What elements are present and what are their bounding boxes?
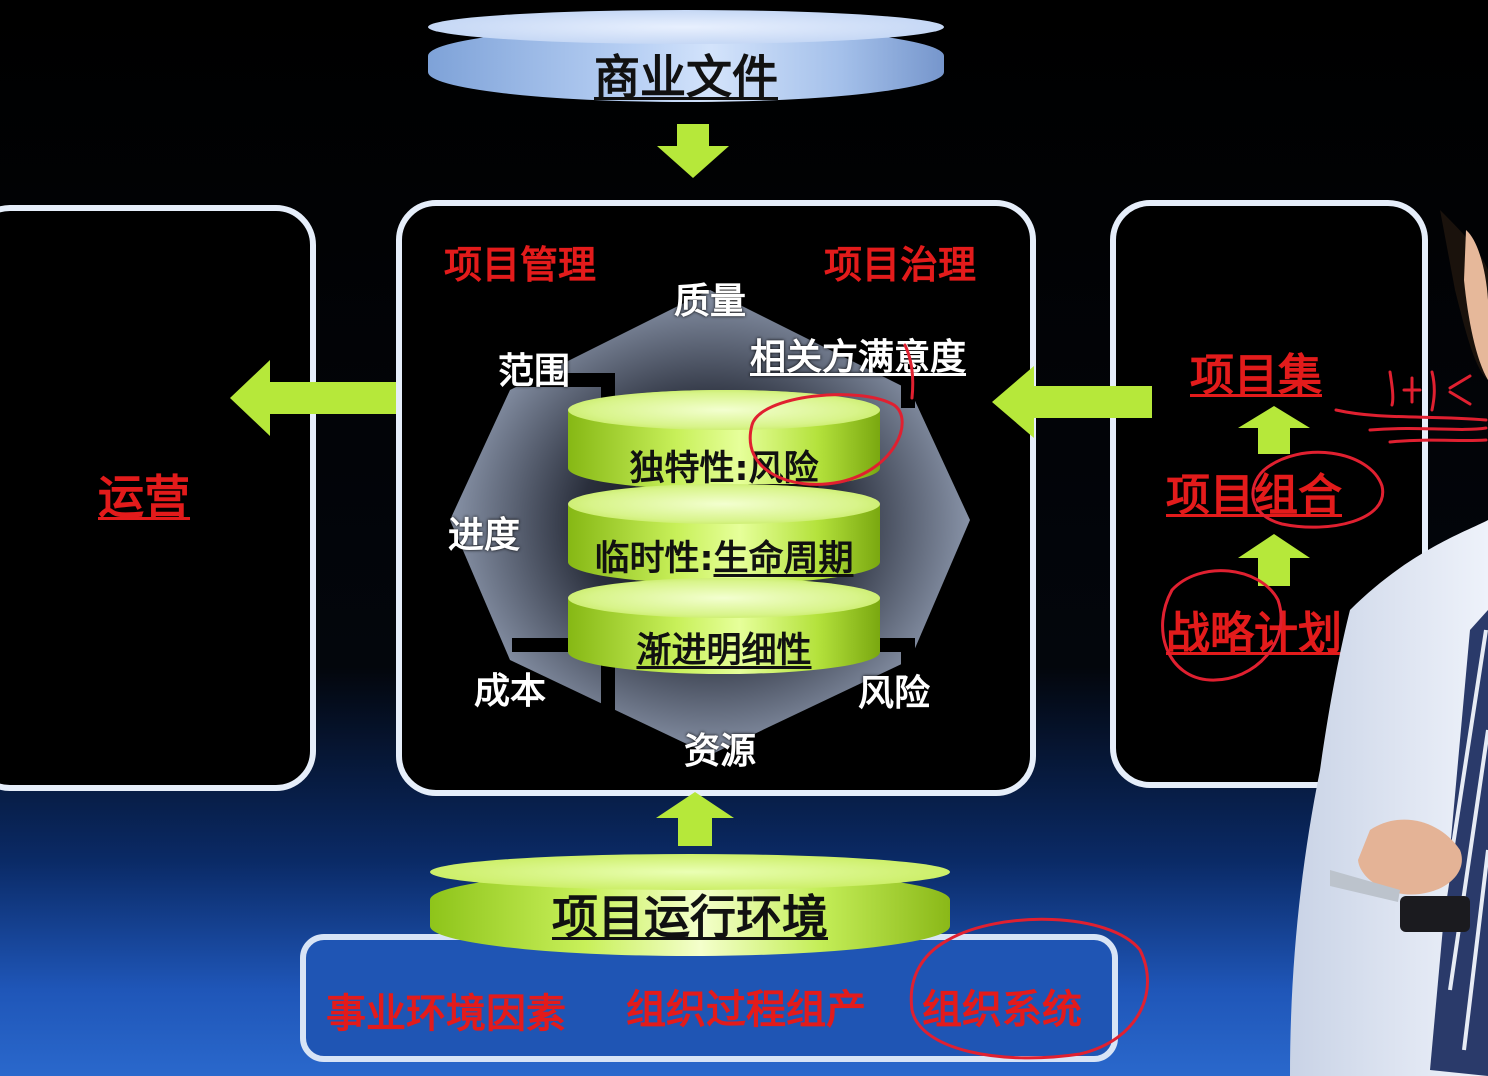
- presenter-image: [1290, 210, 1488, 1076]
